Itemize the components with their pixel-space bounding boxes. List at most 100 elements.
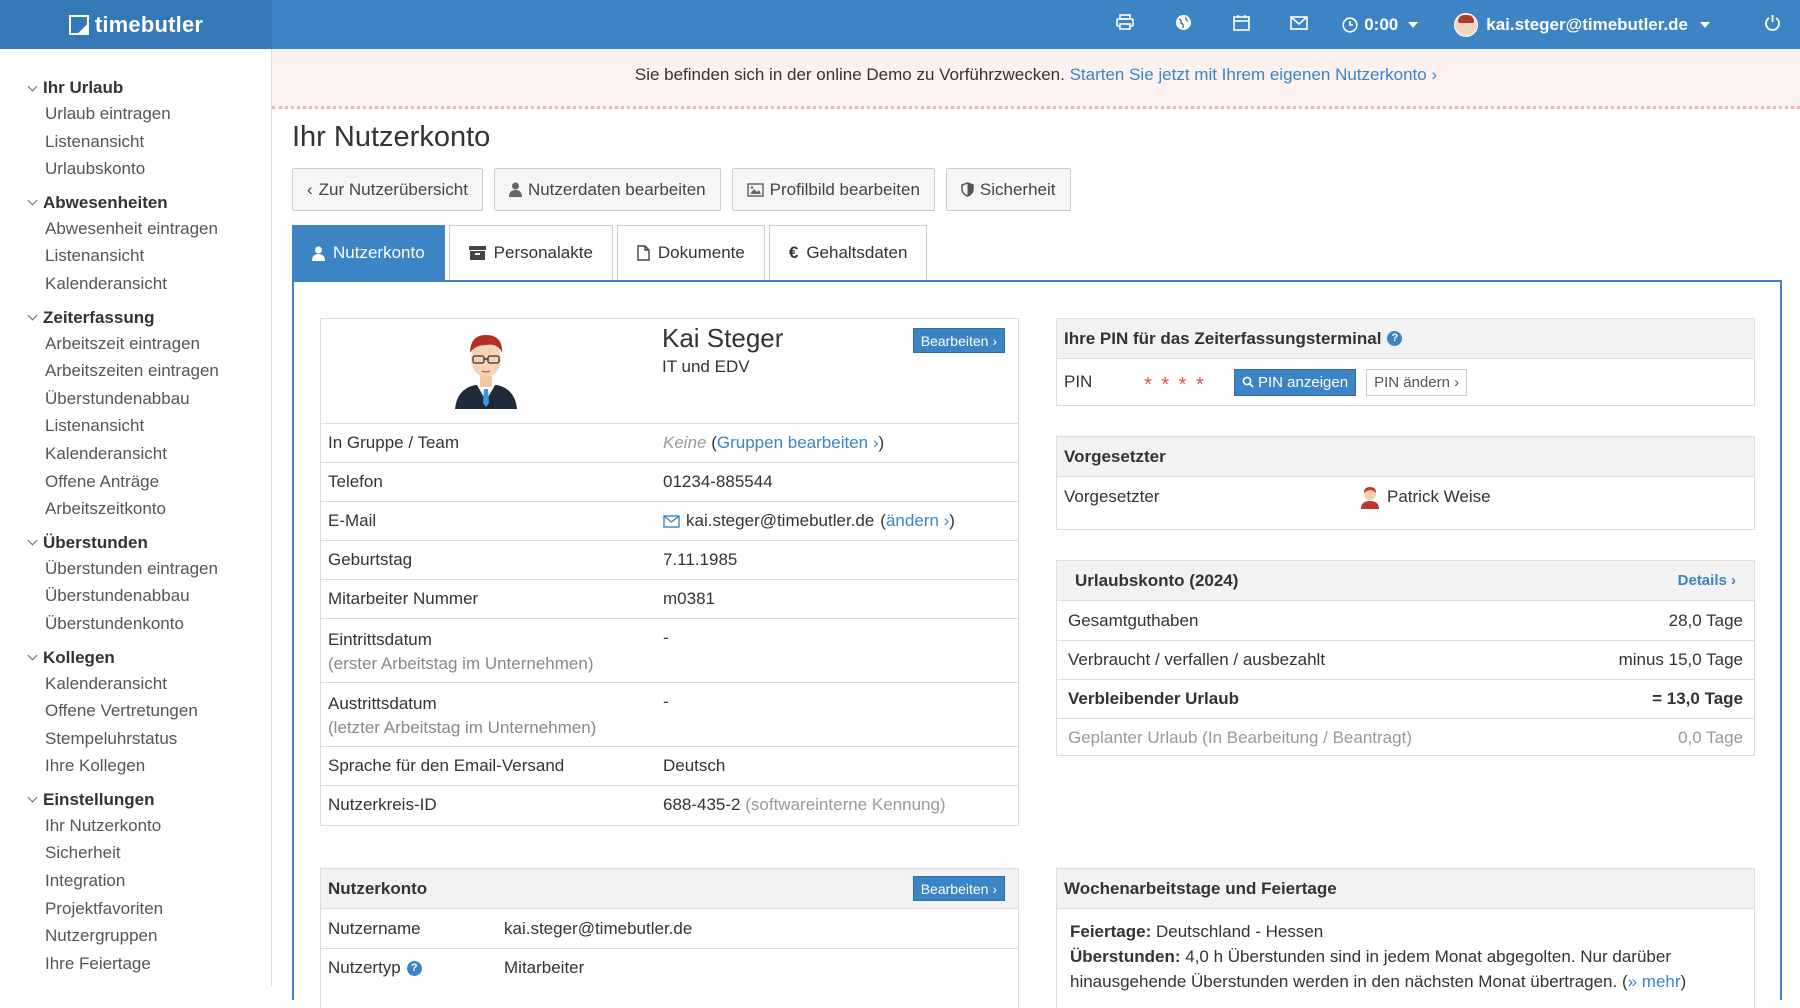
row-label: Nutzername (328, 918, 421, 938)
sidebar-item[interactable]: Abwesenheit eintragen (0, 215, 271, 243)
sidebar-item[interactable]: Überstundenabbau (0, 582, 271, 610)
sidebar-item[interactable]: Stempeluhrstatus (0, 725, 271, 753)
sidebar-item[interactable]: Arbeitszeitkonto (0, 495, 271, 523)
sidebar-item[interactable]: Ihre Feiertage (0, 950, 271, 978)
sidebar-group-urlaub: Ihr Urlaub Urlaub eintragen Listenansich… (0, 76, 271, 183)
sidebar-group-einstellungen: Einstellungen Ihr Nutzerkonto Sicherheit… (0, 788, 271, 978)
row-label: E-Mail (328, 511, 377, 530)
logo-icon (68, 14, 89, 35)
sidebar-item[interactable]: Nutzergruppen (0, 922, 271, 950)
tab-nutzerkonto[interactable]: Nutzerkonto (292, 225, 445, 280)
show-pin-button[interactable]: PIN anzeigen (1234, 368, 1357, 396)
globe-icon[interactable] (1154, 14, 1212, 36)
sidebar-group-ueberstunden: Überstunden Überstunden eintragen Überst… (0, 531, 271, 638)
action-toolbar: ‹ Zur Nutzerübersicht Nutzerdaten bearbe… (292, 168, 1071, 211)
edit-user-button[interactable]: Nutzerdaten bearbeiten (493, 168, 721, 211)
sidebar-item[interactable]: Kalenderansicht (0, 440, 271, 468)
sidebar-group-title[interactable]: Ihr Urlaub (0, 76, 271, 100)
sidebar-item[interactable]: Projektfavoriten (0, 895, 271, 923)
sidebar-item[interactable]: Integration (0, 867, 271, 895)
supervisor-card: Vorgesetzter Vorgesetzter Patrick Weise (1056, 436, 1755, 530)
sidebar-item[interactable]: Überstundenkonto (0, 610, 271, 638)
euro-icon: € (788, 243, 799, 262)
row-label: Nutzertyp? (321, 958, 497, 978)
chevron-down-icon (1408, 21, 1419, 28)
mail-icon[interactable] (1270, 14, 1328, 35)
email-value[interactable]: kai.steger@timebutler.de (686, 511, 874, 531)
account-row-username: Nutzername kai.steger@timebutler.de (321, 909, 1018, 948)
sidebar-item[interactable]: Arbeitszeiten eintragen (0, 357, 271, 385)
change-pin-button[interactable]: PIN ändern › (1366, 368, 1468, 396)
calendar-icon[interactable] (1212, 14, 1270, 36)
avatar (1361, 487, 1379, 509)
profile-row-phone: Telefon 01234-885544 (321, 462, 1018, 501)
sidebar-group-title[interactable]: Zeiterfassung (0, 306, 271, 330)
app-logo[interactable]: timebutler (0, 0, 272, 49)
help-icon[interactable]: ? (406, 960, 422, 976)
profile-row-entry: Eintrittsdatum (erster Arbeitstag im Unt… (321, 618, 1018, 682)
chevron-down-icon (27, 81, 38, 91)
sidebar-item[interactable]: Offene Vertretungen (0, 697, 271, 725)
tab-dokumente[interactable]: Dokumente (616, 225, 765, 280)
empno-value: m0381 (663, 589, 715, 608)
edit-picture-button[interactable]: Profilbild bearbeiten (731, 168, 935, 211)
sidebar-item[interactable]: Ihr Nutzerkonto (0, 812, 271, 840)
pin-title: Ihre PIN für das Zeiterfassungsterminal (1064, 328, 1382, 348)
top-bar-icons: 0:00 kai.steger@timebutler.de (1096, 0, 1800, 49)
user-menu[interactable]: kai.steger@timebutler.de (1454, 12, 1710, 37)
supervisor-name[interactable]: Patrick Weise (1387, 487, 1491, 507)
sidebar-item[interactable]: Urlaub eintragen (0, 100, 271, 128)
security-button[interactable]: Sicherheit (945, 168, 1071, 211)
profile-row-exit: Austrittsdatum (letzter Arbeitstag im Un… (321, 682, 1018, 746)
supervisor-row: Vorgesetzter Patrick Weise (1057, 477, 1754, 517)
sidebar-item[interactable]: Arbeitszeit eintragen (0, 330, 271, 358)
more-link[interactable]: » mehr (1628, 972, 1681, 991)
sidebar-item[interactable]: Listenansicht (0, 128, 271, 156)
sidebar-item[interactable]: Ihre Kollegen (0, 752, 271, 780)
back-button[interactable]: ‹ Zur Nutzerübersicht (292, 168, 483, 211)
time-tracker[interactable]: 0:00 (1342, 15, 1419, 35)
sidebar-item[interactable]: Listenansicht (0, 242, 271, 270)
workdays-card: Wochenarbeitstage und Feiertage Feiertag… (1056, 868, 1755, 1008)
edit-groups-link[interactable]: Gruppen bearbeiten › (717, 433, 879, 452)
change-email-link[interactable]: ändern › (886, 511, 949, 530)
banner-link[interactable]: Starten Sie jetzt mit Ihrem eigenen Nutz… (1070, 65, 1438, 84)
main-content: Ihr Nutzerkonto ‹ Zur Nutzerübersicht Nu… (272, 109, 1800, 1008)
sidebar: Ihr Urlaub Urlaub eintragen Listenansich… (0, 49, 272, 986)
row-label: Telefon (328, 472, 383, 491)
pin-row: PIN * * * * PIN anzeigen PIN ändern › (1057, 359, 1754, 405)
edit-profile-button[interactable]: Bearbeiten › (912, 328, 1005, 353)
sidebar-item[interactable]: Kalenderansicht (0, 670, 271, 698)
edit-account-button[interactable]: Bearbeiten › (912, 876, 1005, 901)
profile-row-empno: Mitarbeiter Nummer m0381 (321, 579, 1018, 618)
exit-value: - (663, 692, 669, 711)
usertype-value: Mitarbeiter (504, 958, 585, 977)
power-icon[interactable] (1752, 14, 1792, 36)
chevron-left-icon: ‹ (307, 179, 313, 199)
tab-gehaltsdaten[interactable]: € Gehaltsdaten (768, 225, 928, 280)
sidebar-group-kollegen: Kollegen Kalenderansicht Offene Vertretu… (0, 646, 271, 780)
sidebar-group-title[interactable]: Überstunden (0, 531, 271, 555)
supervisor-header: Vorgesetzter (1057, 437, 1754, 477)
sidebar-item[interactable]: Sicherheit (0, 839, 271, 867)
sidebar-item[interactable]: Überstundenabbau (0, 385, 271, 413)
group-value: Keine (663, 433, 707, 452)
phone-value: 01234-885544 (663, 472, 773, 491)
sidebar-item[interactable]: Kalenderansicht (0, 270, 271, 298)
pin-header: Ihre PIN für das Zeiterfassungsterminal … (1057, 319, 1754, 359)
vacation-details-link[interactable]: Details › (1678, 572, 1736, 589)
profile-department: IT und EDV (662, 357, 750, 376)
sidebar-item[interactable]: Offene Anträge (0, 468, 271, 496)
sidebar-item[interactable]: Urlaubskonto (0, 155, 271, 183)
sidebar-group-zeiterfassung: Zeiterfassung Arbeitszeit eintragen Arbe… (0, 306, 271, 523)
help-icon[interactable]: ? (1387, 331, 1403, 346)
tab-personalakte[interactable]: Personalakte (448, 225, 613, 280)
sidebar-group-title[interactable]: Einstellungen (0, 788, 271, 812)
print-icon[interactable] (1096, 14, 1154, 35)
sidebar-group-title[interactable]: Kollegen (0, 646, 271, 670)
sidebar-item[interactable]: Überstunden eintragen (0, 555, 271, 583)
sidebar-group-title[interactable]: Abwesenheiten (0, 191, 271, 215)
sidebar-item[interactable]: Listenansicht (0, 412, 271, 440)
vacation-row: Verbraucht / verfallen / ausbezahlt minu… (1057, 640, 1754, 679)
vacation-row: Verbleibender Urlaub = 13,0 Tage (1057, 679, 1754, 718)
